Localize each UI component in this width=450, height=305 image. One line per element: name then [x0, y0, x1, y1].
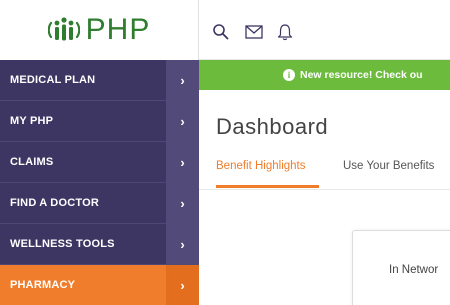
sidebar: PHP MEDICAL PLAN › MY PHP › CLAIMS › FIN… — [0, 0, 199, 305]
app-page: PHP MEDICAL PLAN › MY PHP › CLAIMS › FIN… — [0, 0, 450, 305]
sidebar-item-label: CLAIMS — [10, 156, 54, 168]
sidebar-item-label: PHARMACY — [10, 279, 76, 291]
search-icon[interactable] — [211, 22, 231, 42]
sidebar-item-wellness-tools[interactable]: WELLNESS TOOLS › — [0, 224, 199, 265]
page-title: Dashboard — [216, 114, 329, 139]
sidebar-item-label: FIND A DOCTOR — [10, 197, 99, 209]
banner-text: New resource! Check ou — [300, 69, 423, 81]
chevron-right-icon[interactable]: › — [166, 265, 199, 305]
chevron-right-icon[interactable]: › — [166, 142, 199, 183]
logo[interactable]: PHP — [0, 0, 199, 60]
chevron-right-icon[interactable]: › — [166, 101, 199, 142]
chevron-right-icon[interactable]: › — [166, 183, 199, 224]
sidebar-item-label: MY PHP — [10, 115, 54, 127]
mail-icon[interactable] — [244, 22, 264, 42]
info-icon: i — [283, 69, 295, 81]
sidebar-item-label: MEDICAL PLAN — [10, 74, 96, 86]
chevron-right-icon[interactable]: › — [166, 60, 199, 101]
active-tab-indicator — [216, 185, 319, 188]
card-label: In Networ — [389, 264, 439, 276]
tab-use-your-benefits[interactable]: Use Your Benefits — [343, 160, 434, 172]
sidebar-item-my-php[interactable]: MY PHP › — [0, 101, 199, 142]
sidebar-item-medical-plan[interactable]: MEDICAL PLAN › — [0, 60, 199, 101]
sidebar-item-find-a-doctor[interactable]: FIND A DOCTOR › — [0, 183, 199, 224]
logo-text: PHP — [85, 13, 151, 46]
announcement-banner[interactable]: i New resource! Check ou — [199, 60, 450, 90]
chevron-right-icon[interactable]: › — [166, 224, 199, 265]
top-toolbar — [199, 0, 450, 60]
sidebar-nav: MEDICAL PLAN › MY PHP › CLAIMS › FIND A … — [0, 60, 199, 305]
sidebar-item-claims[interactable]: CLAIMS › — [0, 142, 199, 183]
php-logo-icon — [47, 17, 80, 43]
bell-icon[interactable] — [275, 22, 295, 42]
tab-bar: Benefit Highlights Use Your Benefits — [216, 160, 450, 190]
tab-benefit-highlights[interactable]: Benefit Highlights — [216, 160, 306, 172]
sidebar-item-label: WELLNESS TOOLS — [10, 238, 115, 250]
sidebar-item-pharmacy[interactable]: PHARMACY › — [0, 265, 199, 305]
